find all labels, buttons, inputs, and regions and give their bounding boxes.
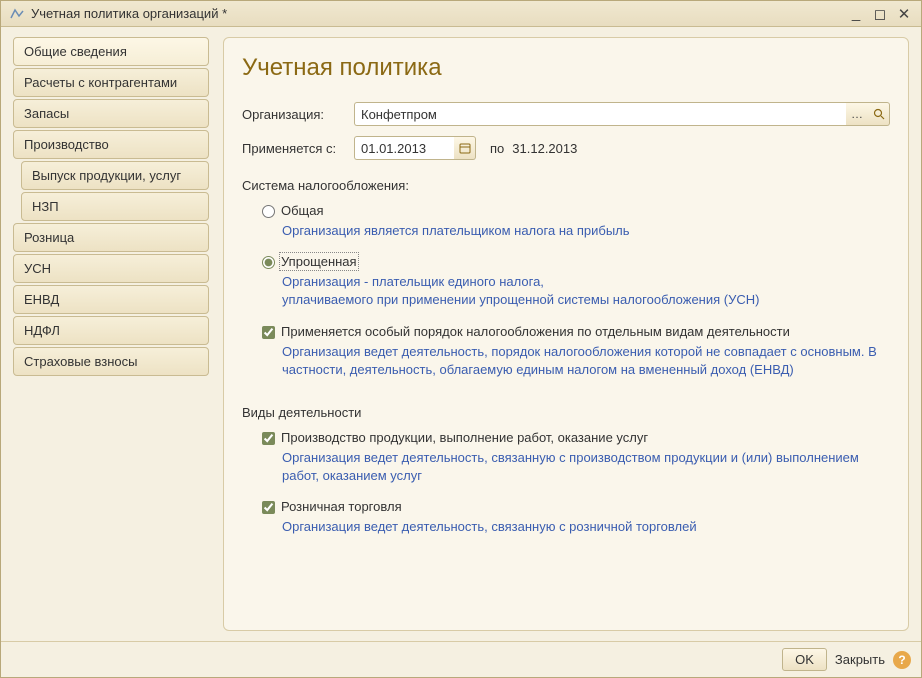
tax-option-general: Общая Организация является плательщиком … — [262, 203, 890, 240]
org-select-button[interactable]: … — [846, 102, 868, 126]
tax-radio-general-label: Общая — [281, 203, 324, 218]
activities-label: Виды деятельности — [242, 405, 890, 420]
activity-production-check[interactable] — [262, 432, 275, 445]
app-icon — [9, 6, 25, 22]
activity-production-label: Производство продукции, выполнение работ… — [281, 430, 648, 445]
special-check-block: Применяется особый порядок налогообложен… — [262, 324, 890, 379]
activity-retail-label: Розничная торговля — [281, 499, 402, 514]
sidebar-item-wip[interactable]: НЗП — [21, 192, 209, 221]
tax-system-label: Система налогообложения: — [242, 178, 890, 193]
org-search-button[interactable] — [868, 102, 890, 126]
applies-to-prefix: по — [490, 141, 504, 156]
org-input[interactable] — [354, 102, 846, 126]
applies-from-label: Применяется с: — [242, 141, 354, 156]
window-body: Общие сведения Расчеты с контрагентами З… — [1, 27, 921, 641]
sidebar-item-ndfl[interactable]: НДФЛ — [13, 316, 209, 345]
tax-radio-simplified-label: Упрощенная — [281, 254, 357, 269]
activity-retail: Розничная торговля Организация ведет дея… — [262, 499, 890, 536]
special-check-label: Применяется особый порядок налогообложен… — [281, 324, 790, 339]
tax-option-simplified: Упрощенная Организация - плательщик един… — [262, 254, 890, 309]
search-icon — [873, 108, 885, 120]
titlebar: Учетная политика организаций * _ ◻ ✕ — [1, 1, 921, 27]
app-window: Учетная политика организаций * _ ◻ ✕ Общ… — [0, 0, 922, 678]
org-row: Организация: … — [242, 102, 890, 126]
sidebar-item-label: НДФЛ — [24, 323, 60, 338]
applies-row: Применяется с: по 31.12.2013 — [242, 136, 890, 160]
tax-simplified-desc: Организация - плательщик единого налога,… — [282, 273, 890, 309]
sidebar-item-label: Расчеты с контрагентами — [24, 75, 177, 90]
calendar-icon — [459, 142, 471, 154]
sidebar-item-label: Розница — [24, 230, 74, 245]
sidebar-item-label: Общие сведения — [24, 44, 127, 59]
activity-production-desc: Организация ведет деятельность, связанну… — [282, 449, 890, 485]
sidebar-item-production[interactable]: Производство — [13, 130, 209, 159]
main-panel: Учетная политика Организация: … Применяе… — [223, 37, 909, 631]
sidebar: Общие сведения Расчеты с контрагентами З… — [13, 37, 209, 631]
sidebar-item-counterparties[interactable]: Расчеты с контрагентами — [13, 68, 209, 97]
date-picker-button[interactable] — [454, 136, 476, 160]
sidebar-item-retail[interactable]: Розница — [13, 223, 209, 252]
help-button[interactable]: ? — [893, 651, 911, 669]
sidebar-item-label: НЗП — [32, 199, 59, 214]
sidebar-item-label: Выпуск продукции, услуг — [32, 168, 181, 183]
sidebar-item-usn[interactable]: УСН — [13, 254, 209, 283]
activity-production: Производство продукции, выполнение работ… — [262, 430, 890, 485]
sidebar-item-insurance[interactable]: Страховые взносы — [13, 347, 209, 376]
sidebar-item-stock[interactable]: Запасы — [13, 99, 209, 128]
special-check-desc: Организация ведет деятельность, порядок … — [282, 343, 890, 379]
minimize-button[interactable]: _ — [847, 5, 865, 23]
activity-retail-check[interactable] — [262, 501, 275, 514]
applies-to-value: 31.12.2013 — [512, 141, 577, 156]
sidebar-item-general[interactable]: Общие сведения — [13, 37, 209, 66]
org-label: Организация: — [242, 107, 354, 122]
tax-general-desc: Организация является плательщиком налога… — [282, 222, 890, 240]
sidebar-item-output[interactable]: Выпуск продукции, услуг — [21, 161, 209, 190]
applies-from-input[interactable] — [354, 136, 454, 160]
sidebar-item-label: ЕНВД — [24, 292, 59, 307]
sidebar-item-label: Страховые взносы — [24, 354, 137, 369]
tax-radio-simplified[interactable] — [262, 256, 275, 269]
window-title: Учетная политика организаций * — [31, 6, 847, 21]
tax-radio-general[interactable] — [262, 205, 275, 218]
sidebar-item-envd[interactable]: ЕНВД — [13, 285, 209, 314]
activity-retail-desc: Организация ведет деятельность, связанну… — [282, 518, 890, 536]
sidebar-item-label: Производство — [24, 137, 109, 152]
window-controls: _ ◻ ✕ — [847, 5, 913, 23]
page-title: Учетная политика — [242, 54, 890, 82]
sidebar-item-label: УСН — [24, 261, 51, 276]
close-link[interactable]: Закрыть — [835, 652, 885, 667]
footer: OK Закрыть ? — [1, 641, 921, 677]
sidebar-item-label: Запасы — [24, 106, 69, 121]
ok-button[interactable]: OK — [782, 648, 827, 671]
close-window-button[interactable]: ✕ — [895, 5, 913, 23]
maximize-button[interactable]: ◻ — [871, 5, 889, 23]
special-check[interactable] — [262, 326, 275, 339]
